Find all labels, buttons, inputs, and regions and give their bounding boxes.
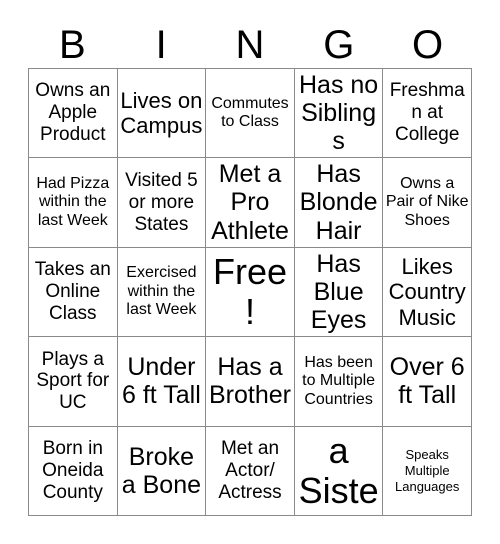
bingo-cell-r4c2[interactable]: Under 6 ft Tall — [117, 337, 207, 427]
bingo-cell-label: Commutes to Class — [211, 94, 289, 131]
bingo-cell-label: Over 6 ft Tall — [389, 353, 465, 410]
bingo-cell-label: Met a Pro Athlete — [211, 160, 289, 245]
bingo-cell-r4c4[interactable]: Has been to Multiple Countries — [294, 337, 384, 427]
bingo-header-letter-o: O — [412, 23, 444, 67]
bingo-cell-label: Owns an Apple Product — [35, 80, 111, 146]
bingo-cell-label: Has been to Multiple Countries — [302, 353, 376, 408]
bingo-cell-label: Exercised within the last Week — [126, 264, 197, 319]
bingo-cell-r5c5[interactable]: Speaks Multiple Languages — [383, 426, 472, 516]
bingo-cell-r5c4[interactable]: Has a Sister — [294, 426, 384, 516]
bingo-header-letter-g: G — [323, 23, 355, 67]
bingo-grid: Owns an Apple Product Lives on Campus Comm… — [28, 68, 472, 516]
bingo-cell-r2c4[interactable]: Has Blonde Hair — [294, 158, 384, 248]
bingo-header-row: B I N G O — [28, 16, 472, 68]
bingo-cell-r2c5[interactable]: Owns a Pair of Nike Shoes — [383, 158, 472, 248]
bingo-header-letter-i: I — [155, 23, 167, 67]
bingo-cell-label: Freshman at College — [389, 80, 465, 146]
bingo-cell-free-space[interactable]: Free! — [206, 247, 295, 338]
bingo-cell-r1c2[interactable]: Lives on Campus — [117, 69, 207, 159]
bingo-cell-label: Has a Brother — [209, 353, 291, 410]
bingo-cell-r5c3[interactable]: Met an Actor/ Actress — [206, 426, 295, 516]
bingo-cell-r2c2[interactable]: Visited 5 or more States — [117, 158, 207, 248]
bingo-cell-r1c5[interactable]: Freshman at College — [383, 69, 472, 159]
bingo-cell-r4c3[interactable]: Has a Brother — [206, 337, 295, 427]
bingo-cell-r5c2[interactable]: Broke a Bone — [117, 426, 207, 516]
bingo-cell-r1c3[interactable]: Commutes to Class — [206, 69, 295, 159]
bingo-cell-label: Owns a Pair of Nike Shoes — [385, 174, 469, 229]
bingo-cell-r1c1[interactable]: Owns an Apple Product — [29, 69, 118, 159]
bingo-header-letter-n: N — [235, 23, 265, 67]
bingo-cell-r4c5[interactable]: Over 6 ft Tall — [383, 337, 472, 427]
bingo-cell-label: Has a Sister — [298, 427, 379, 515]
bingo-cell-label: Had Pizza within the last Week — [36, 174, 110, 229]
bingo-cell-label: Lives on Campus — [120, 88, 203, 139]
bingo-cell-r3c4[interactable]: Has Blue Eyes — [294, 247, 384, 338]
bingo-cell-r5c1[interactable]: Born in Oneida County — [29, 426, 118, 516]
bingo-cell-r3c1[interactable]: Takes an Online Class — [29, 247, 118, 338]
bingo-cell-r2c3[interactable]: Met a Pro Athlete — [206, 158, 295, 248]
bingo-header-letter-b: B — [59, 23, 86, 67]
bingo-cell-label: Free! — [212, 251, 287, 332]
bingo-cell-label: Has Blue Eyes — [310, 249, 367, 335]
bingo-cell-label: Has no Siblings — [298, 70, 379, 156]
bingo-cell-label: Has Blonde Hair — [299, 160, 378, 245]
bingo-card: B I N G O Owns an Apple Product Lives on … — [0, 0, 500, 544]
bingo-cell-label: Visited 5 or more States — [125, 169, 198, 235]
bingo-cell-label: Born in Oneida County — [42, 438, 104, 503]
bingo-cell-r2c1[interactable]: Had Pizza within the last Week — [29, 158, 118, 248]
bingo-cell-label: Met an Actor/ Actress — [218, 438, 282, 503]
bingo-cell-label: Takes an Online Class — [34, 259, 111, 324]
bingo-cell-r3c5[interactable]: Likes Country Music — [383, 247, 472, 338]
bingo-cell-label: Plays a Sport for UC — [36, 348, 110, 414]
bingo-cell-r4c1[interactable]: Plays a Sport for UC — [29, 337, 118, 427]
bingo-cell-r3c2[interactable]: Exercised within the last Week — [117, 247, 207, 338]
bingo-cell-label: Broke a Bone — [121, 442, 202, 499]
bingo-cell-r1c4[interactable]: Has no Siblings — [294, 69, 384, 159]
bingo-cell-label: Likes Country Music — [388, 254, 466, 330]
bingo-cell-label: Under 6 ft Tall — [122, 353, 201, 410]
bingo-cell-label: Speaks Multiple Languages — [395, 447, 460, 494]
